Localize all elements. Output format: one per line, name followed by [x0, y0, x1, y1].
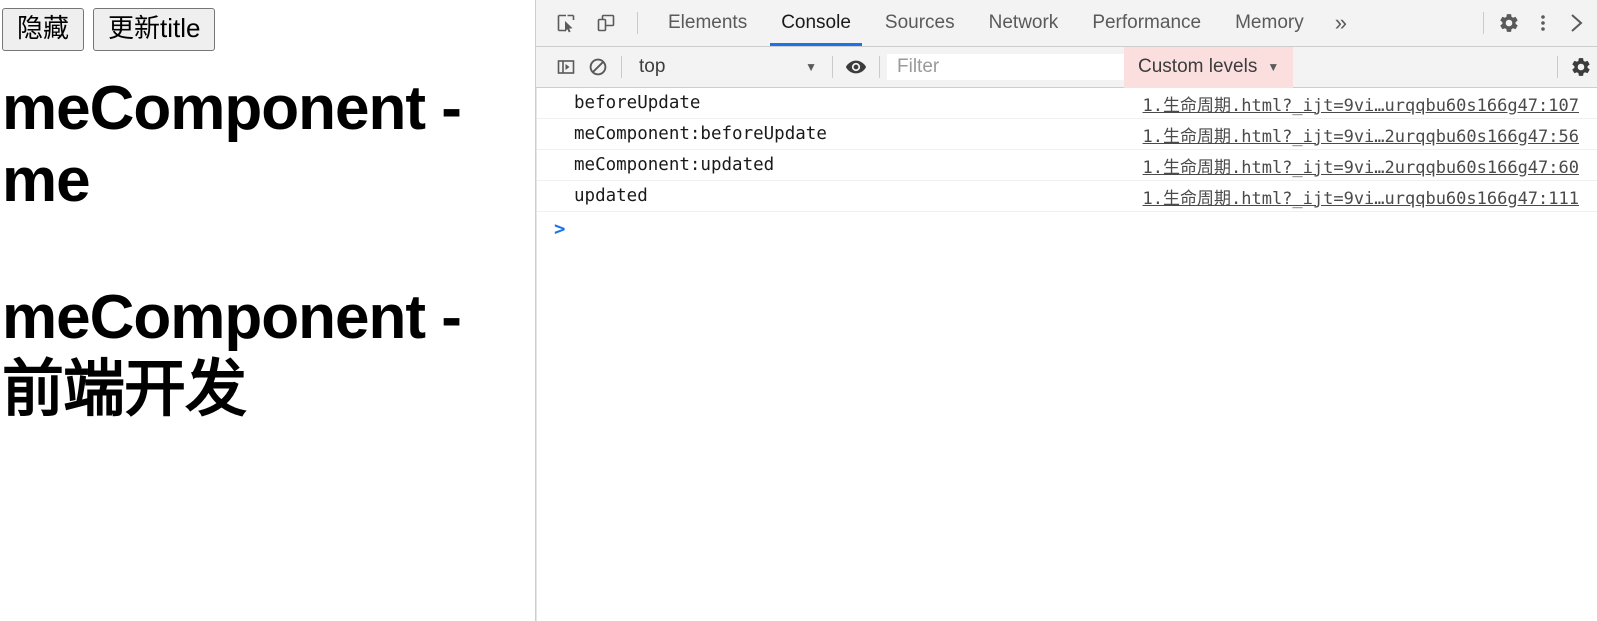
tab-network[interactable]: Network — [972, 0, 1076, 46]
close-icon[interactable] — [1561, 7, 1593, 39]
console-source-link[interactable]: 1.生命周期.html?_ijt=9vi…2urqqbu60s166g47:60 — [1143, 153, 1579, 178]
update-title-button[interactable]: 更新title — [93, 8, 216, 51]
tab-sources[interactable]: Sources — [868, 0, 972, 46]
devtools-panel: Elements Console Sources Network Perform… — [536, 0, 1597, 621]
chevron-down-icon: ▼ — [805, 60, 817, 74]
devtools-tool-icons — [536, 0, 651, 46]
devtools-tab-list: Elements Console Sources Network Perform… — [651, 0, 1476, 46]
console-filter-toolbar: top ▼ Custom levels ▼ — [536, 46, 1597, 88]
execution-context-selector[interactable]: top ▼ — [629, 53, 825, 81]
tab-memory[interactable]: Memory — [1218, 0, 1321, 46]
gear-icon[interactable] — [1493, 7, 1525, 39]
live-expression-icon[interactable] — [840, 51, 872, 83]
chevron-down-icon: ▼ — [1267, 60, 1280, 74]
table-row[interactable]: meComponent:updated 1.生命周期.html?_ijt=9vi… — [537, 150, 1597, 181]
table-row[interactable]: updated 1.生命周期.html?_ijt=9vi…urqqbu60s16… — [537, 181, 1597, 212]
inspect-element-icon[interactable] — [550, 7, 582, 39]
console-prompt-input[interactable] — [574, 219, 1597, 239]
console-toolbar-divider-2 — [832, 56, 833, 78]
filter-input[interactable] — [887, 54, 1124, 80]
tab-performance[interactable]: Performance — [1075, 0, 1218, 46]
console-message-text: updated — [574, 186, 648, 206]
console-message-text: beforeUpdate — [574, 93, 701, 113]
log-levels-selector[interactable]: Custom levels ▼ — [1124, 46, 1294, 88]
heading-frontend: meComponent - 前端开发 — [2, 282, 478, 425]
log-levels-label: Custom levels — [1138, 56, 1258, 77]
console-settings-gear-icon[interactable] — [1565, 51, 1597, 83]
tabbar-right-divider — [1483, 12, 1484, 34]
tab-console[interactable]: Console — [764, 0, 868, 46]
table-row[interactable]: meComponent:beforeUpdate 1.生命周期.html?_ij… — [537, 119, 1597, 150]
page-button-group: 隐藏 更新title — [0, 0, 535, 51]
hide-button[interactable]: 隐藏 — [2, 8, 85, 51]
console-message-text: meComponent:updated — [574, 155, 775, 175]
more-tabs-icon[interactable]: » — [1321, 0, 1361, 46]
heading-me: meComponent - me — [2, 73, 478, 216]
console-sidebar-toggle-icon[interactable] — [550, 51, 582, 83]
console-toolbar-divider-3 — [879, 56, 880, 78]
console-message-list: beforeUpdate 1.生命周期.html?_ijt=9vi…urqqbu… — [536, 88, 1597, 621]
console-source-link[interactable]: 1.生命周期.html?_ijt=9vi…2urqqbu60s166g47:56 — [1143, 122, 1579, 147]
console-prompt-row[interactable]: > — [537, 212, 1597, 246]
console-toolbar-divider-4 — [1557, 56, 1558, 78]
toolbar-divider — [637, 12, 638, 34]
tab-elements[interactable]: Elements — [651, 0, 764, 46]
clear-console-icon[interactable] — [582, 51, 614, 83]
devtools-tabbar: Elements Console Sources Network Perform… — [536, 0, 1597, 47]
console-source-link[interactable]: 1.生命周期.html?_ijt=9vi…urqqbu60s166g47:111 — [1143, 184, 1579, 209]
rendered-page-pane: 隐藏 更新title meComponent - me meComponent … — [0, 0, 536, 621]
devtools-tabbar-actions — [1476, 0, 1597, 46]
console-toolbar-divider-1 — [621, 56, 622, 78]
page-headings: meComponent - me meComponent - 前端开发 — [0, 73, 535, 427]
console-message-text: meComponent:beforeUpdate — [574, 124, 827, 144]
prompt-caret-icon: > — [554, 218, 566, 240]
device-toolbar-icon[interactable] — [590, 7, 622, 39]
console-source-link[interactable]: 1.生命周期.html?_ijt=9vi…urqqbu60s166g47:107 — [1143, 91, 1579, 116]
kebab-menu-icon[interactable] — [1527, 7, 1559, 39]
app-root: 隐藏 更新title meComponent - me meComponent … — [0, 0, 1597, 621]
table-row[interactable]: beforeUpdate 1.生命周期.html?_ijt=9vi…urqqbu… — [537, 88, 1597, 119]
execution-context-label: top — [639, 56, 666, 77]
